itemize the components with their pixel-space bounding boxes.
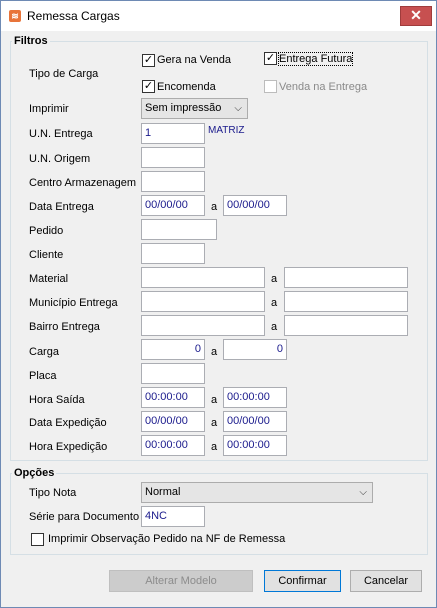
cliente-input[interactable] <box>141 243 205 264</box>
serie-documento-input[interactable]: 4NC <box>141 506 205 527</box>
tipo-nota-label: Tipo Nota <box>29 487 77 499</box>
encomenda-checkbox[interactable]: ✓ <box>142 80 155 93</box>
placa-input[interactable] <box>141 363 205 384</box>
data-entrega-to-input[interactable]: 00/00/00 <box>223 195 287 216</box>
data-entrega-label: Data Entrega <box>29 201 94 213</box>
hora-expedicao-label: Hora Expedição <box>29 441 108 453</box>
title-bar[interactable]: ≋ Remessa Cargas ✕ <box>1 1 436 31</box>
imprimir-obs-label: Imprimir Observação Pedido na NF de Reme… <box>48 533 286 545</box>
app-icon: ≋ <box>9 10 21 22</box>
range-separator: a <box>211 441 218 453</box>
alterar-modelo-button[interactable]: Alterar Modelo <box>109 570 253 592</box>
window-title: Remessa Cargas <box>27 9 120 23</box>
municipio-entrega-to-input[interactable] <box>284 291 408 312</box>
pedido-label: Pedido <box>29 225 64 237</box>
hora-expedicao-from-input[interactable]: 00:00:00 <box>141 435 205 456</box>
carga-label: Carga <box>29 346 59 358</box>
bairro-entrega-from-input[interactable] <box>141 315 265 336</box>
range-separator: a <box>211 417 218 429</box>
entrega-futura-checkbox[interactable]: ✓ <box>264 52 277 65</box>
bairro-entrega-label: Bairro Entrega <box>29 321 100 333</box>
close-button[interactable]: ✕ <box>400 6 432 26</box>
pedido-input[interactable] <box>141 219 217 240</box>
material-from-input[interactable] <box>141 267 265 288</box>
tipo-carga-label: Tipo de Carga <box>29 68 99 80</box>
chevron-down-icon: ⌵ <box>234 103 242 114</box>
gera-na-venda-checkbox[interactable]: ✓ <box>142 54 155 67</box>
placa-label: Placa <box>29 370 57 382</box>
filtros-title: Filtros <box>12 35 50 47</box>
confirmar-button[interactable]: Confirmar <box>264 570 341 592</box>
un-origem-label: U.N. Origem <box>29 153 91 165</box>
carga-from-input[interactable]: 0 <box>141 339 205 360</box>
dialog-window: ≋ Remessa Cargas ✕ Filtros Tipo de Carga… <box>0 0 437 608</box>
un-entrega-label: U.N. Entrega <box>29 128 93 140</box>
hora-expedicao-to-input[interactable]: 00:00:00 <box>223 435 287 456</box>
material-to-input[interactable] <box>284 267 408 288</box>
serie-documento-label: Série para Documento <box>29 511 140 523</box>
entrega-futura-label: Entrega Futura <box>277 52 354 66</box>
hora-saida-from-input[interactable]: 00:00:00 <box>141 387 205 408</box>
centro-armazenagem-label: Centro Armazenagem <box>29 177 136 189</box>
imprimir-obs-checkbox[interactable] <box>31 533 44 546</box>
data-entrega-from-input[interactable]: 00/00/00 <box>141 195 205 216</box>
tipo-nota-select[interactable]: Normal ⌵ <box>141 482 373 503</box>
material-label: Material <box>29 273 69 285</box>
municipio-entrega-label: Município Entrega <box>29 297 118 309</box>
range-separator: a <box>211 201 218 213</box>
venda-na-entrega-checkbox[interactable] <box>264 80 277 93</box>
un-entrega-description: MATRIZ <box>208 125 245 136</box>
data-expedicao-to-input[interactable]: 00/00/00 <box>223 411 287 432</box>
chevron-down-icon: ⌵ <box>359 487 367 498</box>
range-separator: a <box>271 273 278 285</box>
data-expedicao-label: Data Expedição <box>29 417 107 429</box>
cliente-label: Cliente <box>29 249 64 261</box>
imprimir-select[interactable]: Sem impressão ⌵ <box>141 98 248 119</box>
gera-na-venda-label: Gera na Venda <box>157 54 232 66</box>
un-entrega-input[interactable]: 1 <box>141 123 205 144</box>
venda-na-entrega-label: Venda na Entrega <box>279 81 368 93</box>
municipio-entrega-from-input[interactable] <box>141 291 265 312</box>
imprimir-value: Sem impressão <box>145 102 222 114</box>
cancelar-button[interactable]: Cancelar <box>350 570 422 592</box>
opcoes-title: Opções <box>12 467 57 479</box>
range-separator: a <box>211 394 218 406</box>
hora-saida-to-input[interactable]: 00:00:00 <box>223 387 287 408</box>
data-expedicao-from-input[interactable]: 00/00/00 <box>141 411 205 432</box>
bairro-entrega-to-input[interactable] <box>284 315 408 336</box>
range-separator: a <box>271 297 278 309</box>
encomenda-label: Encomenda <box>157 81 216 93</box>
imprimir-label: Imprimir <box>29 103 69 115</box>
range-separator: a <box>271 321 278 333</box>
hora-saida-label: Hora Saída <box>29 394 85 406</box>
un-origem-input[interactable] <box>141 147 205 168</box>
range-separator: a <box>211 346 218 358</box>
tipo-nota-value: Normal <box>145 486 181 498</box>
carga-to-input[interactable]: 0 <box>223 339 287 360</box>
centro-armazenagem-input[interactable] <box>141 171 205 192</box>
